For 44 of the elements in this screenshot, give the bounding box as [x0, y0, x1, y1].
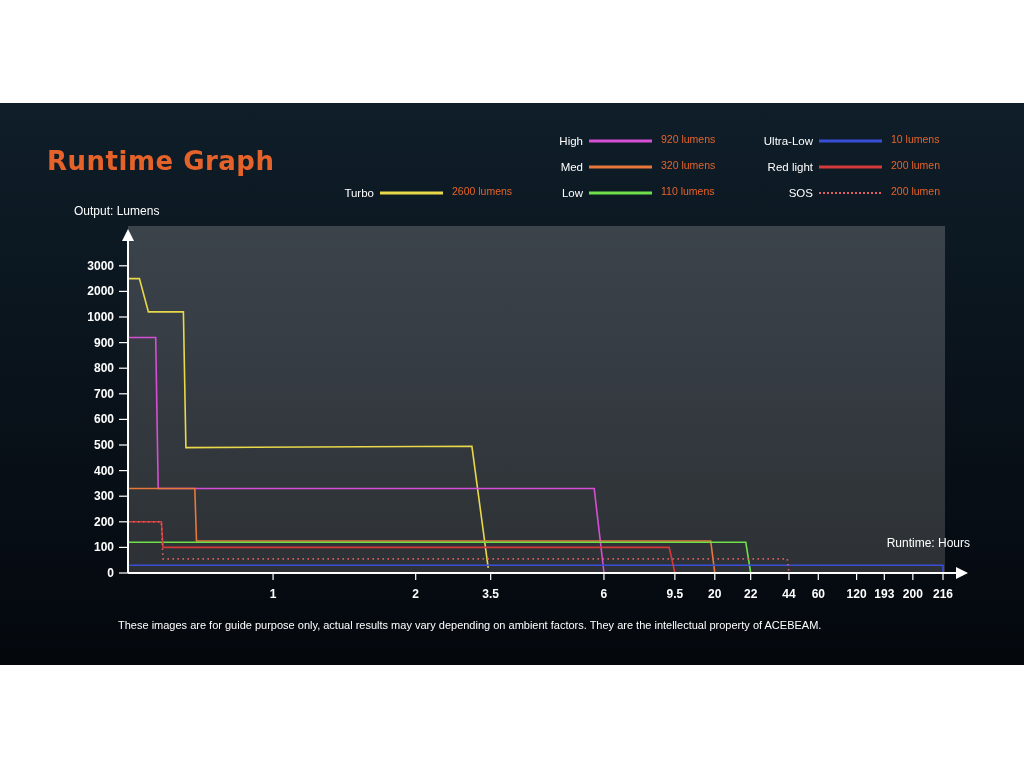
axis-tick-label: 216: [933, 587, 953, 601]
legend-label: Turbo: [343, 187, 374, 199]
legend-label: Low: [560, 187, 583, 199]
legend-value: 200 lumen: [891, 158, 941, 171]
axis-tick-label: 6: [600, 587, 608, 601]
legend-label: Med: [559, 161, 583, 173]
legend-label: SOS: [787, 187, 813, 199]
legend-label: Red light: [766, 161, 813, 173]
axis-tick-label: 9.5: [666, 587, 684, 601]
legend-value: 2600 lumens: [452, 184, 513, 197]
axis-tick-label: 2: [412, 587, 420, 601]
axis-tick-label: 3000: [87, 258, 114, 273]
axis-tick-label: 1000: [87, 310, 114, 324]
axis-tick-label: 100: [93, 540, 114, 555]
axis-tick-label: 20: [708, 587, 722, 601]
axis-tick-label: 3.5: [482, 587, 499, 601]
axis-tick-label: 44: [782, 587, 796, 601]
axis-tick-label: 800: [93, 361, 114, 376]
legend-value: 920 lumens: [661, 132, 716, 145]
legend-value: 110 lumens: [661, 184, 715, 197]
axis-tick-label: 200: [902, 587, 923, 601]
axis-tick-label: 22: [744, 587, 758, 601]
axis-tick-label: 600: [93, 412, 114, 427]
disclaimer-text: These images are for guide purpose only, actual results may vary depending on ambient factors. They are the intellectual property of ACEBEAM.: [117, 619, 823, 631]
axis-tick-label: 500: [93, 438, 114, 452]
axis-tick-label: 120: [846, 587, 867, 601]
axis-tick-label: 193: [874, 587, 895, 601]
axis-label: Runtime: Hours: [886, 536, 970, 550]
axis-tick-label: 2000: [87, 284, 114, 299]
axis-tick-label: 400: [93, 463, 114, 478]
legend-value: 200 lumen: [891, 184, 941, 197]
graph-title: Runtime Graph: [47, 146, 275, 176]
legend-label: Ultra-Low: [762, 135, 813, 147]
legend-label: High: [558, 135, 583, 147]
axis-tick-label: 900: [93, 335, 114, 350]
axis-tick-label: 200: [93, 514, 114, 529]
axis-tick-label: 700: [93, 386, 114, 401]
axis-tick-label: 0: [107, 566, 114, 580]
legend-value: 320 lumens: [661, 158, 716, 171]
axis-tick-label: 300: [93, 489, 114, 504]
legend-value: 10 lumens: [891, 132, 940, 145]
axis-label: Output: Lumens: [74, 206, 160, 218]
axis-tick-label: 1: [269, 587, 277, 601]
axis-tick-label: 60: [811, 587, 825, 601]
